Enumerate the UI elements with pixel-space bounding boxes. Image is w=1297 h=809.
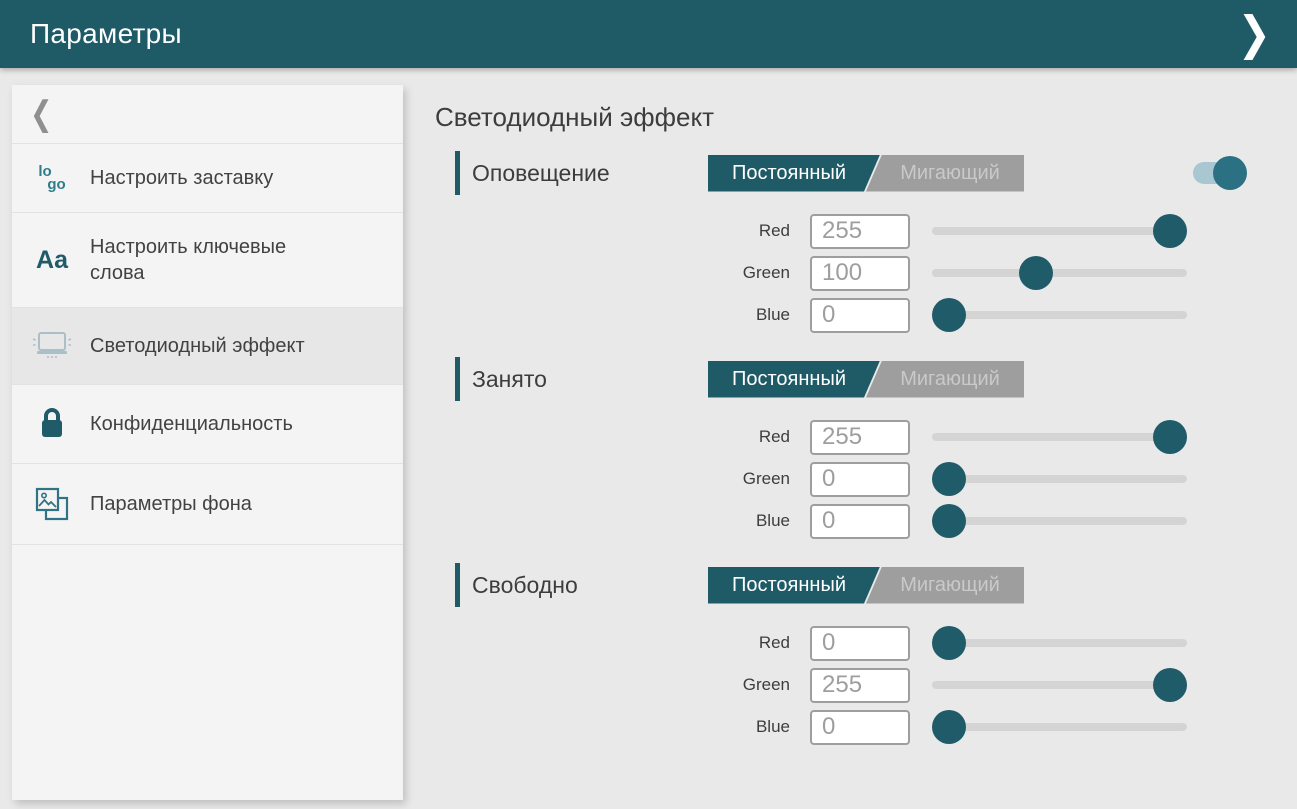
blue-channel-row: Blue	[435, 503, 1297, 539]
slider-knob[interactable]	[1153, 214, 1187, 248]
slider-track	[932, 723, 1187, 731]
mode-option-blinking[interactable]: Мигающий	[866, 361, 1024, 398]
slider-knob[interactable]	[1153, 668, 1187, 702]
mode-segmented-control: Постоянный Мигающий	[708, 567, 1024, 604]
section-accent-bar	[455, 151, 460, 195]
green-value-input[interactable]	[810, 462, 910, 497]
blue-channel-row: Blue	[435, 709, 1297, 745]
images-icon	[28, 485, 76, 523]
slider-knob[interactable]	[932, 462, 966, 496]
slider-knob[interactable]	[932, 504, 966, 538]
sidebar-item-privacy[interactable]: Конфиденциальность	[12, 385, 403, 464]
sidebar-item-keywords[interactable]: Aa Настроить ключевые слова	[12, 213, 403, 308]
slider-knob[interactable]	[1153, 420, 1187, 454]
chevron-right-icon[interactable]: ❯	[1229, 6, 1279, 61]
monitor-icon	[28, 329, 76, 363]
red-label: Red	[435, 221, 790, 241]
text-aa-icon: Aa	[28, 246, 76, 275]
slider-track	[932, 517, 1187, 525]
slider-track	[932, 269, 1187, 277]
green-label: Green	[435, 469, 790, 489]
blue-label: Blue	[435, 717, 790, 737]
mode-option-blinking[interactable]: Мигающий	[866, 567, 1024, 604]
mode-segmented-control: Постоянный Мигающий	[708, 361, 1024, 398]
sidebar-item-label: Параметры фона	[90, 491, 252, 517]
blue-value-input[interactable]	[810, 710, 910, 745]
sidebar-item-label: Светодиодный эффект	[90, 333, 305, 359]
green-value-input[interactable]	[810, 668, 910, 703]
red-channel-row: Red	[435, 419, 1297, 455]
green-slider[interactable]	[932, 255, 1187, 291]
blue-label: Blue	[435, 305, 790, 325]
toggle-knob	[1213, 156, 1247, 190]
sidebar-item-splash-screen[interactable]: lo go Настроить заставку	[12, 144, 403, 213]
sidebar-item-label: Настроить заставку	[90, 165, 273, 191]
mode-option-solid[interactable]: Постоянный	[708, 361, 880, 398]
lock-icon	[28, 406, 76, 442]
slider-track	[932, 311, 1187, 319]
green-slider[interactable]	[932, 461, 1187, 497]
alert-enabled-toggle[interactable]	[1193, 162, 1245, 184]
red-channel-row: Red	[435, 213, 1297, 249]
top-bar: Параметры ❯	[0, 0, 1297, 68]
section-accent-bar	[455, 357, 460, 401]
mode-option-blinking[interactable]: Мигающий	[866, 155, 1024, 192]
green-channel-row: Green	[435, 255, 1297, 291]
green-channel-row: Green	[435, 461, 1297, 497]
slider-track	[932, 433, 1187, 441]
section-busy: Занято Постоянный Мигающий Red Green Blu…	[435, 357, 1297, 539]
blue-slider[interactable]	[932, 297, 1187, 333]
blue-label: Blue	[435, 511, 790, 531]
mode-option-solid[interactable]: Постоянный	[708, 155, 880, 192]
red-slider[interactable]	[932, 213, 1187, 249]
mode-option-solid[interactable]: Постоянный	[708, 567, 880, 604]
red-channel-row: Red	[435, 625, 1297, 661]
section-accent-bar	[455, 563, 460, 607]
green-value-input[interactable]	[810, 256, 910, 291]
panel-title: Светодиодный эффект	[435, 99, 1297, 135]
blue-value-input[interactable]	[810, 298, 910, 333]
back-button[interactable]: ❮	[12, 85, 403, 144]
section-title: Оповещение	[472, 160, 708, 187]
sidebar-item-label: Настроить ключевые слова	[90, 234, 335, 286]
blue-channel-row: Blue	[435, 297, 1297, 333]
green-slider[interactable]	[932, 667, 1187, 703]
slider-knob[interactable]	[932, 626, 966, 660]
slider-track	[932, 681, 1187, 689]
logo-icon: lo go	[28, 165, 76, 191]
section-free: Свободно Постоянный Мигающий Red Green B…	[435, 563, 1297, 745]
red-value-input[interactable]	[810, 420, 910, 455]
sidebar-item-label: Конфиденциальность	[90, 411, 293, 437]
sidebar-item-led-effect[interactable]: Светодиодный эффект	[12, 308, 403, 385]
settings-sidebar: ❮ lo go Настроить заставку Aa Настроить …	[12, 85, 403, 800]
page-title: Параметры	[30, 18, 182, 50]
green-label: Green	[435, 675, 790, 695]
led-effect-panel: Светодиодный эффект Оповещение Постоянны…	[435, 85, 1297, 769]
chevron-left-icon: ❮	[30, 95, 53, 134]
section-title: Свободно	[472, 572, 708, 599]
red-slider[interactable]	[932, 625, 1187, 661]
blue-value-input[interactable]	[810, 504, 910, 539]
slider-knob[interactable]	[932, 298, 966, 332]
section-title: Занято	[472, 366, 708, 393]
slider-track	[932, 227, 1187, 235]
green-channel-row: Green	[435, 667, 1297, 703]
red-value-input[interactable]	[810, 626, 910, 661]
section-alert: Оповещение Постоянный Мигающий Red Green	[435, 151, 1297, 333]
slider-track	[932, 639, 1187, 647]
blue-slider[interactable]	[932, 709, 1187, 745]
red-label: Red	[435, 427, 790, 447]
slider-knob[interactable]	[1019, 256, 1053, 290]
red-value-input[interactable]	[810, 214, 910, 249]
sidebar-item-background[interactable]: Параметры фона	[12, 464, 403, 545]
blue-slider[interactable]	[932, 503, 1187, 539]
mode-segmented-control: Постоянный Мигающий	[708, 155, 1024, 192]
green-label: Green	[435, 263, 790, 283]
slider-track	[932, 475, 1187, 483]
red-label: Red	[435, 633, 790, 653]
slider-knob[interactable]	[932, 710, 966, 744]
red-slider[interactable]	[932, 419, 1187, 455]
